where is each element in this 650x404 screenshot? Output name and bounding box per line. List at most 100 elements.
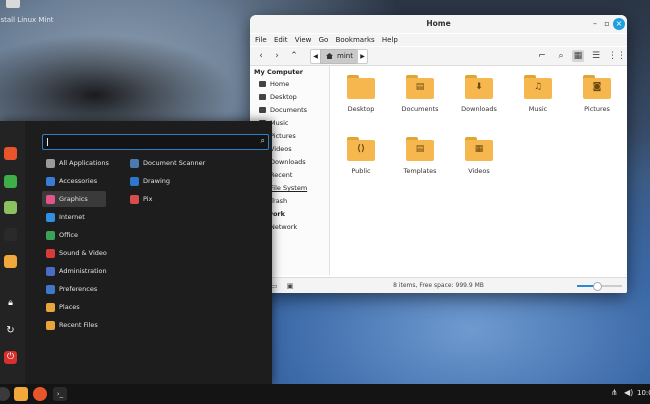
network-icon[interactable]: ⋔	[611, 388, 618, 397]
up-icon[interactable]: ⌃	[288, 50, 300, 62]
app-pix[interactable]: Pix	[128, 191, 152, 207]
logout-icon[interactable]: ↻	[4, 324, 17, 337]
zoom-slider[interactable]	[577, 282, 622, 291]
menu-bar: File Edit View Go Bookmarks Help	[250, 34, 627, 46]
file-item-music[interactable]: ♫ Music	[508, 75, 568, 113]
text-cursor	[47, 138, 48, 146]
file-item-templates[interactable]: ▤ Templates	[390, 137, 450, 175]
recent-files-icon	[46, 320, 55, 330]
menu-button[interactable]	[0, 387, 10, 401]
app-drawing[interactable]: Drawing	[128, 173, 170, 189]
category-places[interactable]: Places	[42, 299, 106, 315]
firefox-icon[interactable]	[33, 387, 47, 401]
accessories-icon	[46, 176, 55, 186]
documents-folder-icon: ▤	[406, 75, 434, 99]
system-settings-icon[interactable]	[4, 201, 17, 214]
back-icon[interactable]: ‹	[255, 50, 267, 62]
install-linux-mint-desktop-icon[interactable]: Install Linux Mint	[0, 0, 60, 26]
category-internet[interactable]: Internet	[42, 209, 106, 225]
file-item-downloads[interactable]: ⬇ Downloads	[449, 75, 509, 113]
favorites-panel: 🔒︎ ↻ ⏻	[0, 121, 25, 384]
file-manager-window: Home – ▫ × File Edit View Go Bookmarks H…	[250, 15, 627, 293]
files-icon[interactable]	[4, 255, 17, 268]
disc-icon	[6, 0, 20, 8]
grid-icon	[46, 158, 55, 168]
category-graphics[interactable]: Graphics	[42, 191, 106, 207]
file-item-public[interactable]: ⟨⟩ Public	[331, 137, 391, 175]
menu-file[interactable]: File	[255, 34, 267, 46]
category-office[interactable]: Office	[42, 227, 106, 243]
terminal-icon[interactable]: ›_	[53, 387, 67, 401]
category-accessories[interactable]: Accessories	[42, 173, 106, 189]
forward-icon[interactable]: ›	[271, 50, 283, 62]
close-button[interactable]: ×	[613, 18, 625, 30]
files-icon[interactable]	[14, 387, 28, 401]
start-menu: 🔒︎ ↻ ⏻ ⌕ All Applications Accessories Gr…	[0, 121, 272, 384]
breadcrumb-home[interactable]: mint	[320, 49, 358, 64]
status-text: 8 items, Free space: 999.9 MB	[393, 282, 484, 289]
file-item-desktop[interactable]: Desktop	[331, 75, 391, 113]
terminal-icon[interactable]	[4, 228, 17, 241]
documents-icon	[259, 107, 266, 113]
pictures-folder-icon: ◙	[583, 75, 611, 99]
music-folder-icon: ♫	[524, 75, 552, 99]
home-icon	[326, 53, 333, 59]
search-icon: ⌕	[260, 136, 265, 145]
toolbar: ‹ › ⌃ ◀ mint ▶ ⌐ ⌕ ▦ ☰ ⋮⋮	[250, 47, 627, 66]
menu-view[interactable]: View	[295, 34, 312, 46]
downloads-folder-icon: ⬇	[465, 75, 493, 99]
templates-folder-icon: ▤	[406, 137, 434, 161]
window-title: Home	[426, 19, 451, 28]
software-manager-icon[interactable]	[4, 175, 17, 188]
folder-icon	[347, 75, 375, 99]
window-titlebar[interactable]: Home – ▫ ×	[250, 15, 627, 33]
file-item-videos[interactable]: ▦ Videos	[449, 137, 509, 175]
list-view-icon[interactable]: ☰	[590, 50, 602, 62]
firefox-icon[interactable]	[4, 147, 17, 160]
breadcrumb-label: mint	[337, 52, 353, 60]
office-icon	[46, 230, 55, 240]
taskbar: ›_ ⋔ ◀) 10:00	[0, 384, 650, 404]
category-sound-video[interactable]: Sound & Video	[42, 245, 107, 261]
volume-icon[interactable]: ◀)	[624, 388, 633, 397]
preferences-icon	[46, 284, 55, 294]
category-preferences[interactable]: Preferences	[42, 281, 106, 297]
menu-help[interactable]: Help	[382, 34, 398, 46]
zoom-slider-knob[interactable]	[593, 282, 603, 291]
menu-edit[interactable]: Edit	[274, 34, 288, 46]
app-document-scanner[interactable]: Document Scanner	[128, 155, 205, 171]
power-icon[interactable]: ⏻	[4, 351, 17, 364]
scanner-icon	[130, 158, 139, 168]
menu-bookmarks[interactable]: Bookmarks	[336, 34, 375, 46]
desktop-icon-label: Install Linux Mint	[0, 16, 54, 24]
status-bar: ▭ ▣ 8 items, Free space: 999.9 MB	[250, 277, 627, 293]
minimize-button[interactable]: –	[589, 18, 601, 30]
desktop-icon	[259, 94, 266, 100]
path-toggle-icon[interactable]: ⌐	[536, 50, 548, 62]
sidebar-item-desktop[interactable]: Desktop	[259, 92, 297, 103]
home-icon	[259, 81, 266, 87]
sidebar-item-home[interactable]: Home	[259, 79, 289, 90]
clock[interactable]: 10:00	[637, 389, 650, 397]
menu-go[interactable]: Go	[319, 34, 329, 46]
category-recent-files[interactable]: Recent Files	[42, 317, 106, 333]
internet-icon	[46, 212, 55, 222]
places-icon	[46, 302, 55, 312]
search-input[interactable]: ⌕	[42, 134, 269, 150]
file-item-documents[interactable]: ▤ Documents	[390, 75, 450, 113]
category-all-applications[interactable]: All Applications	[42, 155, 109, 171]
pix-icon	[130, 194, 139, 204]
sound-video-icon	[46, 248, 55, 258]
public-folder-icon: ⟨⟩	[347, 137, 375, 161]
lock-icon[interactable]: 🔒︎	[4, 297, 17, 310]
file-item-pictures[interactable]: ◙ Pictures	[567, 75, 627, 113]
sidebar-item-documents[interactable]: Documents	[259, 105, 307, 116]
breadcrumb-right-icon[interactable]: ▶	[357, 49, 368, 64]
maximize-button[interactable]: ▫	[601, 18, 613, 30]
icon-view-icon[interactable]: ▦	[572, 50, 584, 62]
compact-view-icon[interactable]: ⋮⋮	[608, 50, 626, 62]
category-administration[interactable]: Administration	[42, 263, 107, 279]
sidebar-section-computer[interactable]: My Computer	[254, 68, 303, 76]
search-icon[interactable]: ⌕	[555, 50, 567, 62]
administration-icon	[46, 266, 55, 276]
